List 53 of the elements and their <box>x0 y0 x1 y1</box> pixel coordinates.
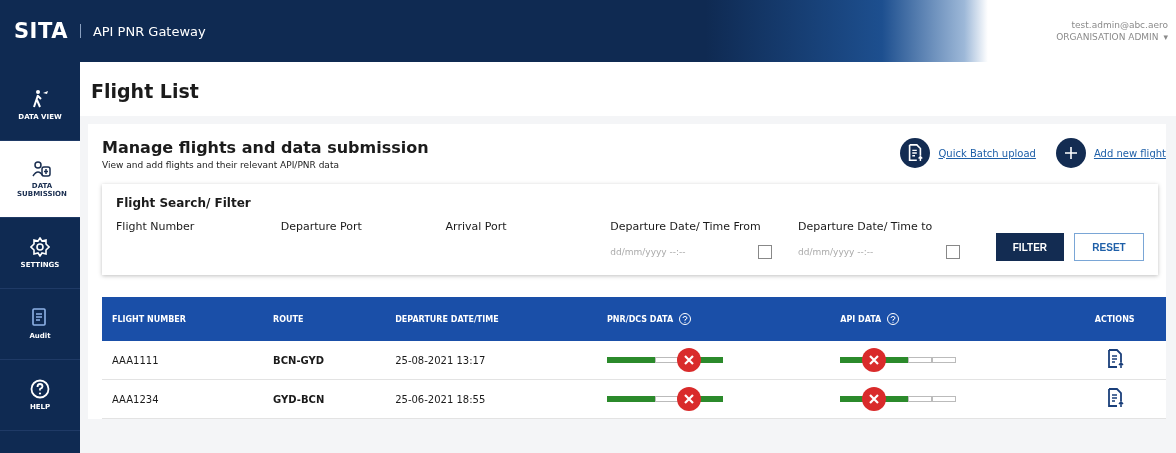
error-icon <box>862 387 887 411</box>
people-icon <box>32 160 52 178</box>
user-email: test.admin@abc.aero <box>1071 19 1168 31</box>
section-title: Manage flights and data submission <box>102 138 430 157</box>
action-link[interactable]: Add new flight <box>1093 147 1166 159</box>
help-icon <box>30 379 50 399</box>
logo-text: SITA <box>14 19 68 43</box>
column-header: FLIGHT NUMBER <box>112 314 186 324</box>
table-cell: AAA1234 <box>112 393 159 405</box>
complete-segment <box>884 357 909 363</box>
column-header: ACTIONS <box>1094 314 1135 324</box>
upload-file-icon <box>906 144 925 162</box>
table-cell: 25-06-2021 18:55 <box>395 393 486 405</box>
field-label: Departure Date/ Time From <box>610 220 762 233</box>
pending-segment <box>655 396 679 402</box>
action-link[interactable]: Quick Batch upload <box>938 147 1036 159</box>
page-title: Flight List <box>80 62 1176 116</box>
column-header: DEPARTURE DATE/TIME <box>395 314 499 324</box>
field-label: Departure Port <box>280 220 363 233</box>
field-label: Departure Date/ Time to <box>798 220 934 233</box>
add-button[interactable] <box>1055 138 1086 168</box>
walking-person-icon <box>30 89 50 109</box>
document-icon <box>31 308 49 328</box>
reset-button[interactable]: RESET <box>1074 233 1144 261</box>
column-header: API DATA <box>840 314 882 324</box>
app-name: API PNR Gateway <box>92 23 206 39</box>
column-header: PNR/DCS DATA <box>607 314 674 324</box>
complete-segment <box>699 396 723 402</box>
table-cell: BCN-GYD <box>273 354 325 366</box>
column-header: ROUTE <box>273 314 304 324</box>
error-icon <box>677 348 701 372</box>
settings-icon <box>30 237 50 257</box>
field-label: Arrival Port <box>445 220 508 233</box>
section-subtitle: View and add flights and their relevant API/PNR data <box>102 160 340 170</box>
complete-segment <box>840 357 865 363</box>
pending-segment <box>655 357 679 363</box>
filter-button[interactable]: FILTER <box>995 233 1065 261</box>
complete-segment <box>840 396 865 402</box>
complete-segment <box>884 396 909 402</box>
complete-segment <box>699 357 723 363</box>
error-icon <box>677 387 701 411</box>
filter-title: Flight Search/ Filter <box>116 196 252 210</box>
upload-button[interactable] <box>900 138 931 168</box>
error-icon <box>862 348 887 372</box>
field-label: Flight Number <box>116 220 196 233</box>
calendar-icon[interactable] <box>946 245 961 259</box>
user-role: ORGANISATION ADMIN <box>1056 31 1159 43</box>
table-cell: 25-08-2021 13:17 <box>395 354 486 366</box>
caret-icon[interactable]: ▾ <box>1163 31 1168 43</box>
table-cell: AAA1111 <box>112 354 159 366</box>
plus-icon <box>1064 147 1077 159</box>
table-cell: GYD-BCN <box>273 393 325 405</box>
calendar-icon[interactable] <box>758 245 773 259</box>
